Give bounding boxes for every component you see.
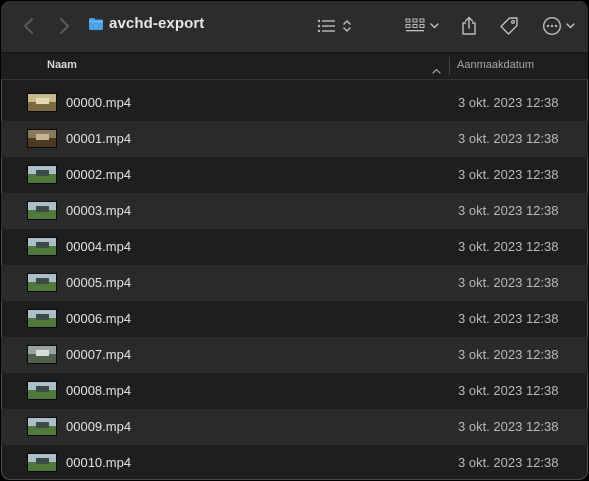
forward-button[interactable] [52,14,76,38]
file-row[interactable]: 00005.mp4 3 okt. 2023 12:38 [1,265,588,301]
file-date: 3 okt. 2023 12:38 [458,347,559,362]
ellipsis-circle-icon [542,16,562,36]
video-thumbnail-icon [27,165,57,184]
file-date: 3 okt. 2023 12:38 [458,419,559,434]
file-row[interactable]: 00003.mp4 3 okt. 2023 12:38 [1,193,588,229]
chevron-updown-icon [343,19,351,33]
file-date: 3 okt. 2023 12:38 [458,455,559,470]
tag-button[interactable] [496,13,522,39]
share-icon [461,16,477,36]
tag-icon [499,16,519,36]
file-name[interactable]: 00006.mp4 [66,311,131,326]
list-view-icon [317,19,337,33]
video-thumbnail-icon [27,273,57,292]
sort-ascending-icon[interactable] [432,61,441,79]
video-thumbnail-icon [27,381,57,400]
chevron-left-icon [17,14,41,38]
file-row[interactable]: 00008.mp4 3 okt. 2023 12:38 [1,373,588,409]
file-name[interactable]: 00002.mp4 [66,167,131,182]
grid-group-icon [405,18,425,34]
column-header-date[interactable]: Aanmaakdatum [457,59,534,71]
file-date: 3 okt. 2023 12:38 [458,203,559,218]
file-row[interactable]: 00001.mp4 3 okt. 2023 12:38 [1,121,588,157]
finder-window: avchd-export Naam Aanmaakdatum 00000.mp4… [1,1,588,480]
group-button[interactable] [402,13,442,39]
back-button[interactable] [17,14,41,38]
file-name[interactable]: 00009.mp4 [66,419,131,434]
video-thumbnail-icon [27,237,57,256]
chevron-down-icon [430,23,439,29]
file-row[interactable]: 00000.mp4 3 okt. 2023 12:38 [1,85,588,121]
toolbar: avchd-export [1,1,588,53]
video-thumbnail-icon [27,309,57,328]
file-name[interactable]: 00007.mp4 [66,347,131,362]
file-row[interactable]: 00006.mp4 3 okt. 2023 12:38 [1,301,588,337]
video-thumbnail-icon [27,453,57,472]
file-date: 3 okt. 2023 12:38 [458,383,559,398]
column-header-name[interactable]: Naam [47,59,77,71]
file-date: 3 okt. 2023 12:38 [458,95,559,110]
file-name[interactable]: 00005.mp4 [66,275,131,290]
video-thumbnail-icon [27,417,57,436]
file-date: 3 okt. 2023 12:38 [458,275,559,290]
window-title: avchd-export [109,15,205,32]
chevron-right-icon [52,14,76,38]
file-name[interactable]: 00000.mp4 [66,95,131,110]
file-name[interactable]: 00010.mp4 [66,455,131,470]
video-thumbnail-icon [27,201,57,220]
file-row[interactable]: 00010.mp4 3 okt. 2023 12:38 [1,445,588,480]
chevron-down-icon [565,23,575,29]
file-name[interactable]: 00003.mp4 [66,203,131,218]
file-list: 00000.mp4 3 okt. 2023 12:38 00001.mp4 3 okt… [1,85,588,480]
file-date: 3 okt. 2023 12:38 [458,239,559,254]
file-row[interactable]: 00002.mp4 3 okt. 2023 12:38 [1,157,588,193]
folder-icon [88,17,104,36]
more-actions-button[interactable] [538,13,578,39]
video-thumbnail-icon [27,93,57,112]
video-thumbnail-icon [27,129,57,148]
view-mode-button[interactable] [314,13,354,39]
file-name[interactable]: 00004.mp4 [66,239,131,254]
file-row[interactable]: 00007.mp4 3 okt. 2023 12:38 [1,337,588,373]
file-row[interactable]: 00004.mp4 3 okt. 2023 12:38 [1,229,588,265]
file-date: 3 okt. 2023 12:38 [458,311,559,326]
video-thumbnail-icon [27,345,57,364]
file-date: 3 okt. 2023 12:38 [458,131,559,146]
file-row[interactable]: 00009.mp4 3 okt. 2023 12:38 [1,409,588,445]
file-date: 3 okt. 2023 12:38 [458,167,559,182]
file-name[interactable]: 00008.mp4 [66,383,131,398]
column-divider[interactable] [449,57,450,75]
file-name[interactable]: 00001.mp4 [66,131,131,146]
share-button[interactable] [457,13,481,39]
column-header-bar: Naam Aanmaakdatum [1,53,588,80]
